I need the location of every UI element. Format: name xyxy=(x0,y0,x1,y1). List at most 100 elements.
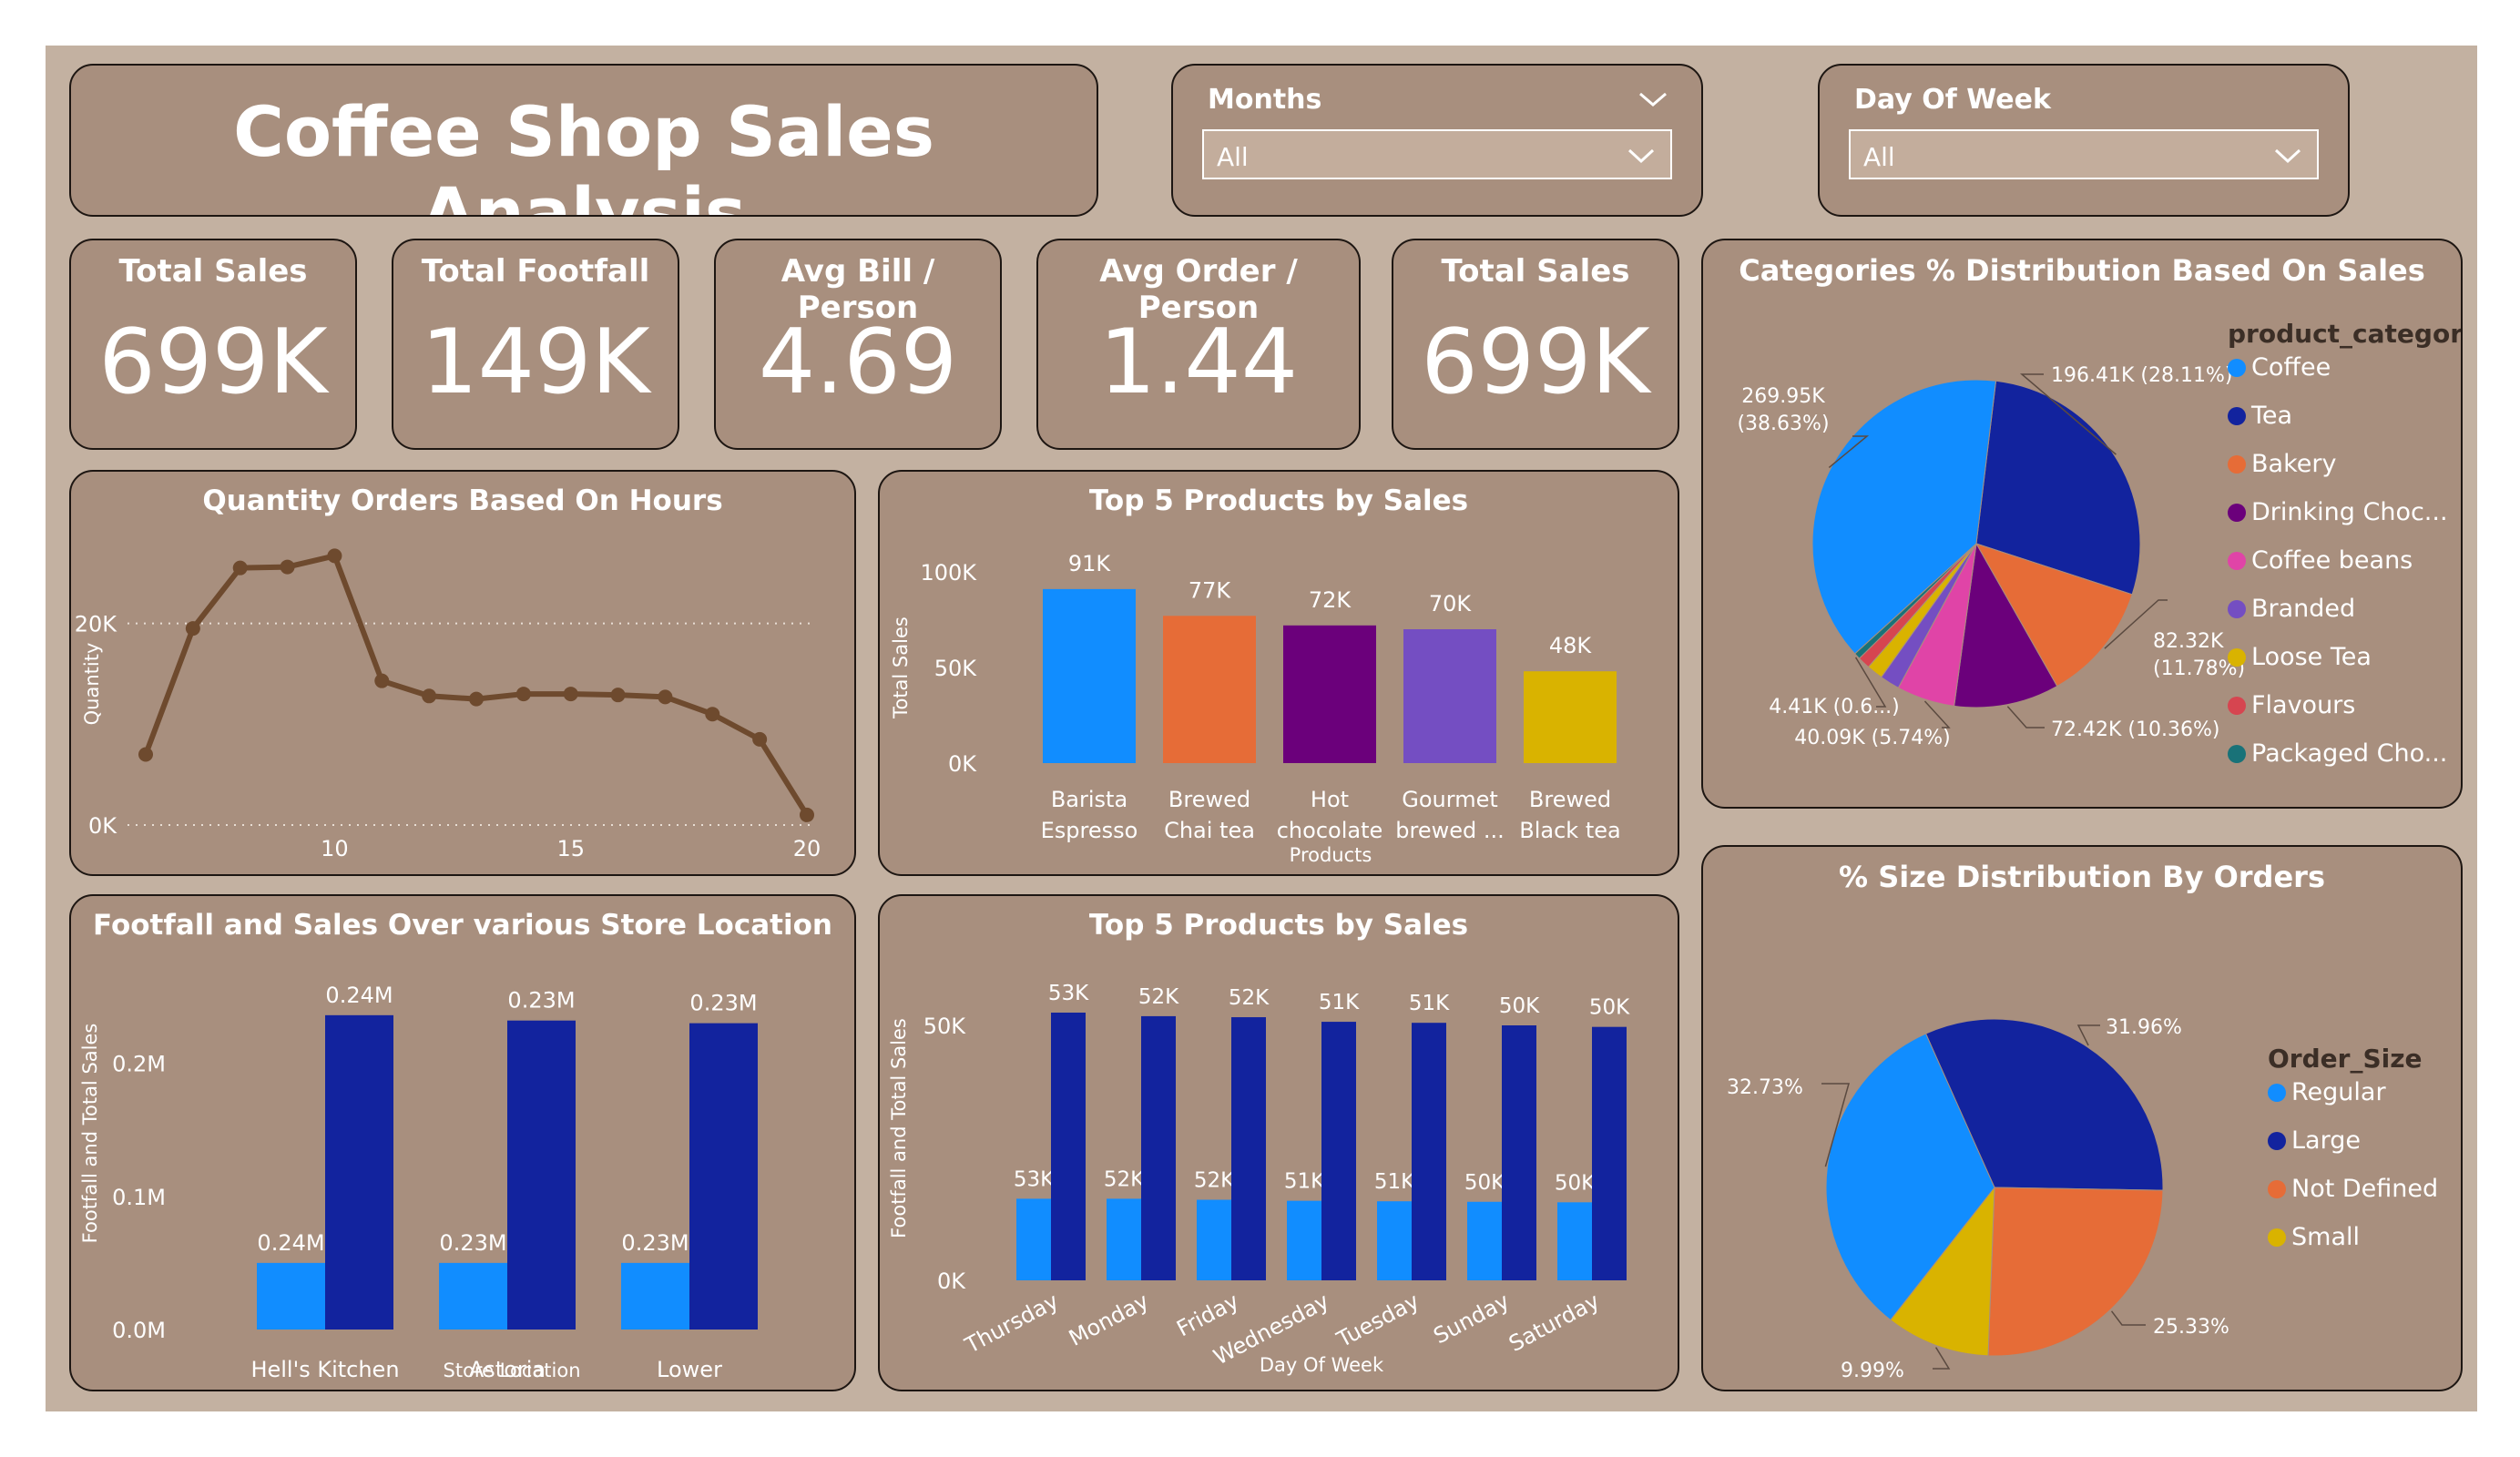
data-label: 50K xyxy=(1464,1171,1505,1195)
data-label: 0.24M xyxy=(257,1230,324,1256)
bar xyxy=(1051,1013,1086,1280)
day-of-week-dropdown-value: All xyxy=(1863,142,1895,172)
data-label: 269.95K xyxy=(1741,385,1825,408)
months-slicer-label: Months xyxy=(1208,84,1322,116)
bar xyxy=(1283,625,1376,763)
data-label: 0.23M xyxy=(507,988,575,1014)
legend-item: Small xyxy=(2268,1223,2360,1251)
day-of-week-slicer[interactable]: Day Of Week All xyxy=(1818,64,2350,217)
x-tick-label: 15 xyxy=(556,836,585,861)
x-tick-label: Monday xyxy=(1065,1289,1153,1351)
bar xyxy=(1197,1199,1231,1280)
size-pie-card: % Size Distribution By Orders 31.96% 25.3… xyxy=(1701,845,2463,1391)
legend-label: Large xyxy=(2291,1126,2361,1155)
x-axis-title: Day Of Week xyxy=(1260,1354,1384,1376)
legend-item: Regular xyxy=(2268,1078,2386,1106)
legend-label: Regular xyxy=(2291,1078,2386,1106)
size-pie-chart: 31.96% 25.33% 9.99% 32.73% xyxy=(1727,1016,2229,1382)
legend-item: Packaged Cho... xyxy=(2228,739,2447,768)
data-label: 0.23M xyxy=(439,1230,506,1256)
kpi-value: 4.69 xyxy=(758,311,958,414)
data-point xyxy=(469,691,484,707)
kpi-label: Total Footfall xyxy=(421,253,650,290)
y-axis-title: Quantity xyxy=(81,643,103,726)
legend-swatch xyxy=(2228,455,2246,474)
legend-item: Branded xyxy=(2228,595,2355,623)
x-tick-label: Gourmet xyxy=(1402,787,1498,812)
store-chart-card: Footfall and Sales Over various Store Lo… xyxy=(69,894,856,1391)
bar xyxy=(1377,1201,1412,1280)
legend-swatch xyxy=(2228,552,2246,570)
top-products-chart-card: Top 5 Products by Sales 0K 50K 100K Total S… xyxy=(878,470,1679,876)
legend-swatch xyxy=(2228,648,2246,667)
data-point xyxy=(800,807,814,822)
y-tick-label: 50K xyxy=(934,656,978,681)
data-label: 196.41K (28.11%) xyxy=(2051,364,2232,387)
data-label: 0.23M xyxy=(621,1230,689,1256)
legend-title: product_category xyxy=(2228,319,2463,349)
data-label: 40.09K (5.74%) xyxy=(1794,727,1950,749)
legend-label: Drinking Choc... xyxy=(2251,498,2448,526)
data-label: (38.63%) xyxy=(1737,413,1829,435)
data-label: 53K xyxy=(1014,1167,1055,1191)
data-label: 51K xyxy=(1284,1170,1325,1194)
x-tick-label: Black tea xyxy=(1519,818,1620,843)
data-label: 0.24M xyxy=(325,983,393,1008)
legend-swatch xyxy=(2228,745,2246,763)
data-point xyxy=(280,559,295,575)
leader-line xyxy=(1933,1347,1951,1370)
x-tick-label: Hell's Kitchen xyxy=(250,1357,399,1382)
x-tick-label: chocolate xyxy=(1277,818,1383,843)
legend-label: Coffee xyxy=(2251,353,2331,382)
legend-label: Branded xyxy=(2251,595,2356,623)
chevron-down-icon[interactable] xyxy=(1637,89,1668,109)
legend-swatch xyxy=(2228,407,2246,425)
data-point xyxy=(374,673,390,688)
bar xyxy=(1043,588,1136,763)
page-title: Coffee Shop Sales Analysis xyxy=(233,91,934,217)
bar xyxy=(1163,616,1256,763)
data-label: 70K xyxy=(1429,591,1473,616)
kpi-label: Total Sales xyxy=(118,253,308,290)
legend-item: Large xyxy=(2268,1126,2361,1155)
legend-label: Loose Tea xyxy=(2251,643,2372,671)
legend-swatch xyxy=(2228,359,2246,377)
x-tick-label: Manhattan xyxy=(630,1388,748,1391)
x-tick-label: Brewed xyxy=(1529,787,1611,812)
y-tick-label: 0K xyxy=(948,751,977,777)
legend-label: Tea xyxy=(2251,402,2293,430)
hours-chart-card: Quantity Orders Based On Hours 0K 20K 10 15… xyxy=(69,470,856,876)
bar xyxy=(1016,1198,1051,1280)
kpi-value: 699K xyxy=(98,311,328,414)
kpi-card-avg-order: Avg Order / Person 1.44 xyxy=(1036,239,1361,450)
bar xyxy=(1321,1022,1356,1280)
bar xyxy=(1403,629,1496,763)
data-label: 50K xyxy=(1499,994,1540,1018)
top-products-bar-chart: 0K 50K 100K Total Sales 91K Barista Espresso 77… xyxy=(890,551,1621,866)
months-dropdown[interactable]: All xyxy=(1202,129,1672,179)
legend-swatch xyxy=(2228,504,2246,522)
day-of-week-dropdown[interactable]: All xyxy=(1849,129,2319,179)
months-dropdown-value: All xyxy=(1217,142,1249,172)
x-axis-title: Store Location xyxy=(444,1360,581,1381)
legend-label: Bakery xyxy=(2251,450,2337,478)
y-tick-label: 0K xyxy=(88,813,117,839)
kpi-card-total-sales: Total Sales 699K xyxy=(69,239,357,450)
y-tick-label: 0.0M xyxy=(112,1318,166,1343)
months-slicer[interactable]: Months All xyxy=(1171,64,1703,217)
legend-swatch xyxy=(2228,697,2246,715)
data-label: 32.73% xyxy=(1727,1076,1803,1099)
data-point xyxy=(138,747,153,762)
data-label: 25.33% xyxy=(2153,1316,2229,1339)
data-label: 53K xyxy=(1048,982,1089,1005)
data-label: 51K xyxy=(1409,992,1450,1015)
legend-swatch xyxy=(2268,1084,2286,1102)
legend-item: Loose Tea xyxy=(2228,643,2372,671)
kpi-value: 149K xyxy=(421,311,650,414)
x-tick-label: Barista xyxy=(1051,787,1127,812)
legend-item: Tea xyxy=(2228,402,2292,430)
categories-pie-card: Categories % Distribution Based On Sales… xyxy=(1701,239,2463,809)
data-point xyxy=(752,731,768,747)
data-label: 82.32K xyxy=(2153,630,2224,653)
y-axis-title: Total Sales xyxy=(890,616,912,719)
